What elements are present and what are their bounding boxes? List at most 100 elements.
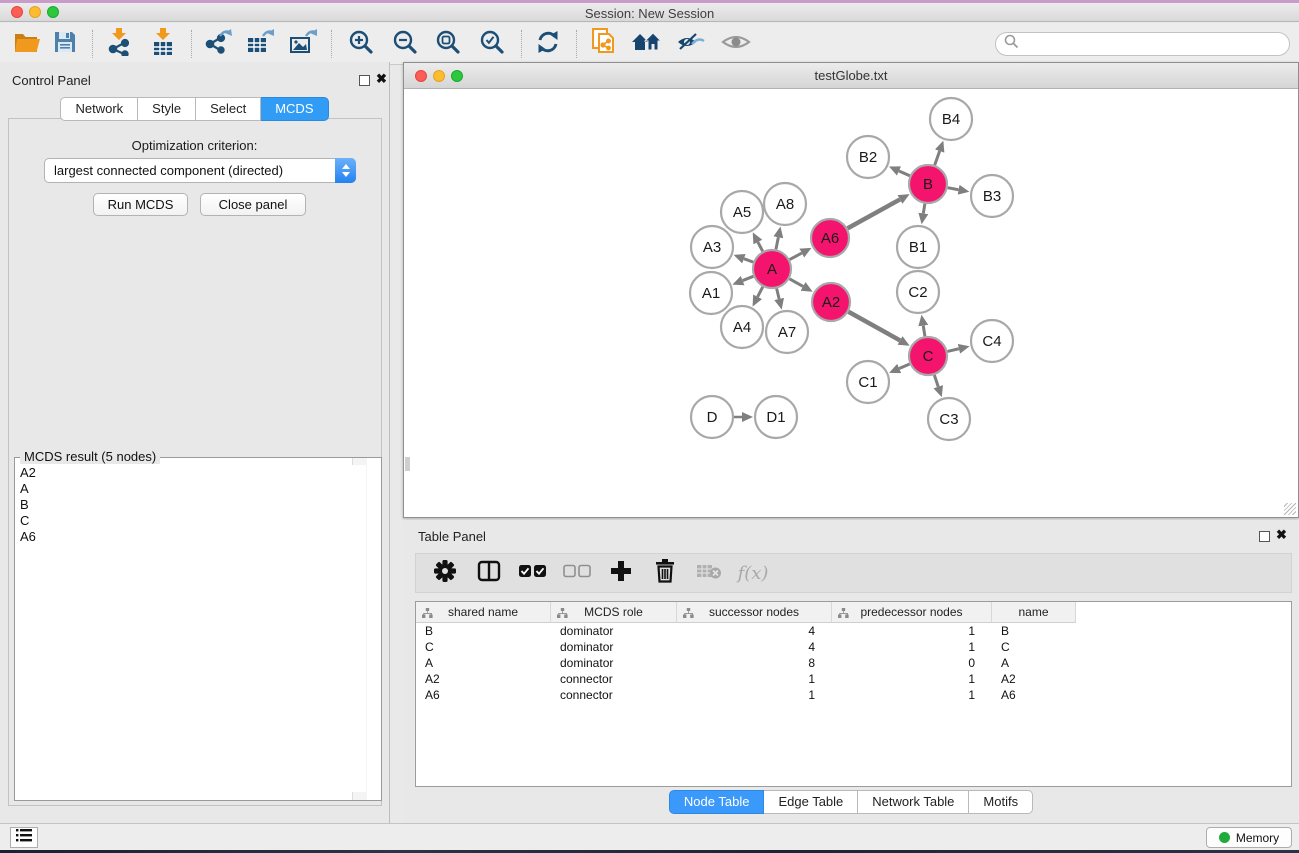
table-row[interactable]: Adominator80A — [416, 655, 1291, 671]
cell-successor-nodes[interactable]: 1 — [677, 671, 832, 687]
edge-B-B4[interactable] — [935, 151, 940, 165]
table-settings-button[interactable] — [430, 558, 460, 588]
window-titlebar[interactable]: Session: New Session — [0, 3, 1299, 22]
open-file-button[interactable] — [10, 28, 44, 60]
save-session-button[interactable] — [48, 28, 82, 60]
result-item[interactable]: A — [15, 481, 366, 497]
edge-A-A4[interactable] — [758, 287, 763, 297]
function-builder-button[interactable]: f(x) — [738, 558, 768, 588]
column-header-successor-nodes[interactable]: successor nodes — [677, 602, 832, 623]
cell-name[interactable]: A6 — [992, 687, 1076, 703]
show-column-panel-button[interactable] — [474, 558, 504, 588]
result-item[interactable]: A6 — [15, 529, 366, 545]
result-item[interactable]: A2 — [15, 465, 366, 481]
export-network-button[interactable] — [201, 28, 235, 60]
import-table-button[interactable] — [146, 28, 180, 60]
network-graph[interactable]: B4B2BB3A8A5A6A3B1AA1C2A2A4A7C4CC1C3DD1 — [404, 89, 1298, 517]
float-table-panel-icon[interactable] — [1259, 531, 1270, 542]
edge-C-C1[interactable] — [899, 364, 909, 369]
cell-name[interactable]: A — [992, 655, 1076, 671]
tab-style[interactable]: Style — [138, 97, 196, 121]
edge-A-A3[interactable] — [744, 259, 753, 262]
search-input[interactable] — [1019, 34, 1289, 54]
table-row[interactable]: Bdominator41B — [416, 623, 1291, 639]
cell-shared-name[interactable]: A — [416, 655, 551, 671]
close-panel-icon[interactable]: ✖ — [376, 71, 387, 87]
cell-successor-nodes[interactable]: 8 — [677, 655, 832, 671]
hide-selected-button[interactable] — [674, 28, 708, 60]
edge-A-A6[interactable] — [790, 253, 802, 259]
cell-shared-name[interactable]: B — [416, 623, 551, 639]
table-row[interactable]: A6connector11A6 — [416, 687, 1291, 703]
edge-C-C3[interactable] — [934, 375, 938, 387]
tab-motifs[interactable]: Motifs — [969, 790, 1033, 814]
delete-table-button[interactable] — [694, 558, 724, 588]
show-panels-button[interactable] — [10, 827, 38, 848]
edge-A6-B[interactable] — [848, 199, 900, 228]
result-item[interactable]: C — [15, 513, 366, 529]
search-field[interactable] — [995, 32, 1290, 56]
edge-B-B1[interactable] — [923, 204, 925, 214]
tab-mcds[interactable]: MCDS — [261, 97, 328, 121]
zoom-fit-button[interactable] — [431, 28, 465, 60]
export-table-button[interactable] — [243, 28, 277, 60]
cell-MCDS-role[interactable]: dominator — [551, 623, 677, 639]
edge-A-A1[interactable] — [743, 276, 754, 280]
resize-grip-icon[interactable] — [1284, 503, 1296, 515]
edge-A-A7[interactable] — [777, 288, 779, 298]
delete-column-button[interactable] — [650, 558, 680, 588]
cell-predecessor-nodes[interactable]: 1 — [832, 671, 992, 687]
column-header-MCDS-role[interactable]: MCDS role — [551, 602, 677, 623]
cell-shared-name[interactable]: C — [416, 639, 551, 655]
cell-MCDS-role[interactable]: dominator — [551, 639, 677, 655]
cell-MCDS-role[interactable]: connector — [551, 687, 677, 703]
criterion-dropdown[interactable]: largest connected component (directed) — [44, 158, 356, 183]
float-panel-icon[interactable] — [359, 75, 370, 86]
edge-A-A8[interactable] — [776, 237, 778, 249]
tab-network[interactable]: Network — [60, 97, 138, 121]
table-row[interactable]: Cdominator41C — [416, 639, 1291, 655]
edge-C-C2[interactable] — [923, 326, 925, 337]
cell-successor-nodes[interactable]: 4 — [677, 639, 832, 655]
column-header-name[interactable]: name — [992, 602, 1076, 623]
cell-name[interactable]: B — [992, 623, 1076, 639]
edge-C-C4[interactable] — [947, 349, 958, 352]
show-all-button[interactable] — [719, 28, 753, 60]
cell-name[interactable]: C — [992, 639, 1076, 655]
column-header-predecessor-nodes[interactable]: predecessor nodes — [832, 602, 992, 623]
edge-A-A2[interactable] — [789, 279, 803, 287]
column-header-shared-name[interactable]: shared name — [416, 602, 551, 623]
memory-button[interactable]: Memory — [1206, 827, 1292, 848]
close-panel-button[interactable]: Close panel — [200, 193, 306, 216]
cell-predecessor-nodes[interactable]: 0 — [832, 655, 992, 671]
copy-network-button[interactable] — [588, 28, 622, 60]
cell-shared-name[interactable]: A2 — [416, 671, 551, 687]
zoom-selected-button[interactable] — [475, 28, 509, 60]
node-table[interactable]: shared nameMCDS rolesuccessor nodesprede… — [415, 601, 1292, 787]
cell-MCDS-role[interactable]: dominator — [551, 655, 677, 671]
import-network-button[interactable] — [102, 28, 136, 60]
tab-select[interactable]: Select — [196, 97, 261, 121]
tab-node-table[interactable]: Node Table — [669, 790, 765, 814]
cell-name[interactable]: A2 — [992, 671, 1076, 687]
cell-successor-nodes[interactable]: 1 — [677, 687, 832, 703]
canvas-vertical-scrollbar[interactable] — [405, 457, 410, 471]
edge-B-B3[interactable] — [948, 188, 959, 190]
refresh-button[interactable] — [531, 28, 565, 60]
cell-MCDS-role[interactable]: connector — [551, 671, 677, 687]
tab-edge-table[interactable]: Edge Table — [764, 790, 858, 814]
zoom-in-button[interactable] — [344, 28, 378, 60]
close-table-panel-icon[interactable]: ✖ — [1276, 527, 1287, 543]
cell-predecessor-nodes[interactable]: 1 — [832, 687, 992, 703]
edge-A2-C[interactable] — [848, 312, 900, 341]
select-all-columns-button[interactable] — [518, 558, 548, 588]
edge-A-A5[interactable] — [758, 242, 763, 251]
cell-shared-name[interactable]: A6 — [416, 687, 551, 703]
network-canvas[interactable]: B4B2BB3A8A5A6A3B1AA1C2A2A4A7C4CC1C3DD1 — [404, 89, 1298, 517]
export-image-button[interactable] — [286, 28, 320, 60]
network-window-titlebar[interactable]: testGlobe.txt — [404, 63, 1298, 89]
cell-predecessor-nodes[interactable]: 1 — [832, 623, 992, 639]
create-column-button[interactable] — [606, 558, 636, 588]
cell-successor-nodes[interactable]: 4 — [677, 623, 832, 639]
run-mcds-button[interactable]: Run MCDS — [93, 193, 188, 216]
